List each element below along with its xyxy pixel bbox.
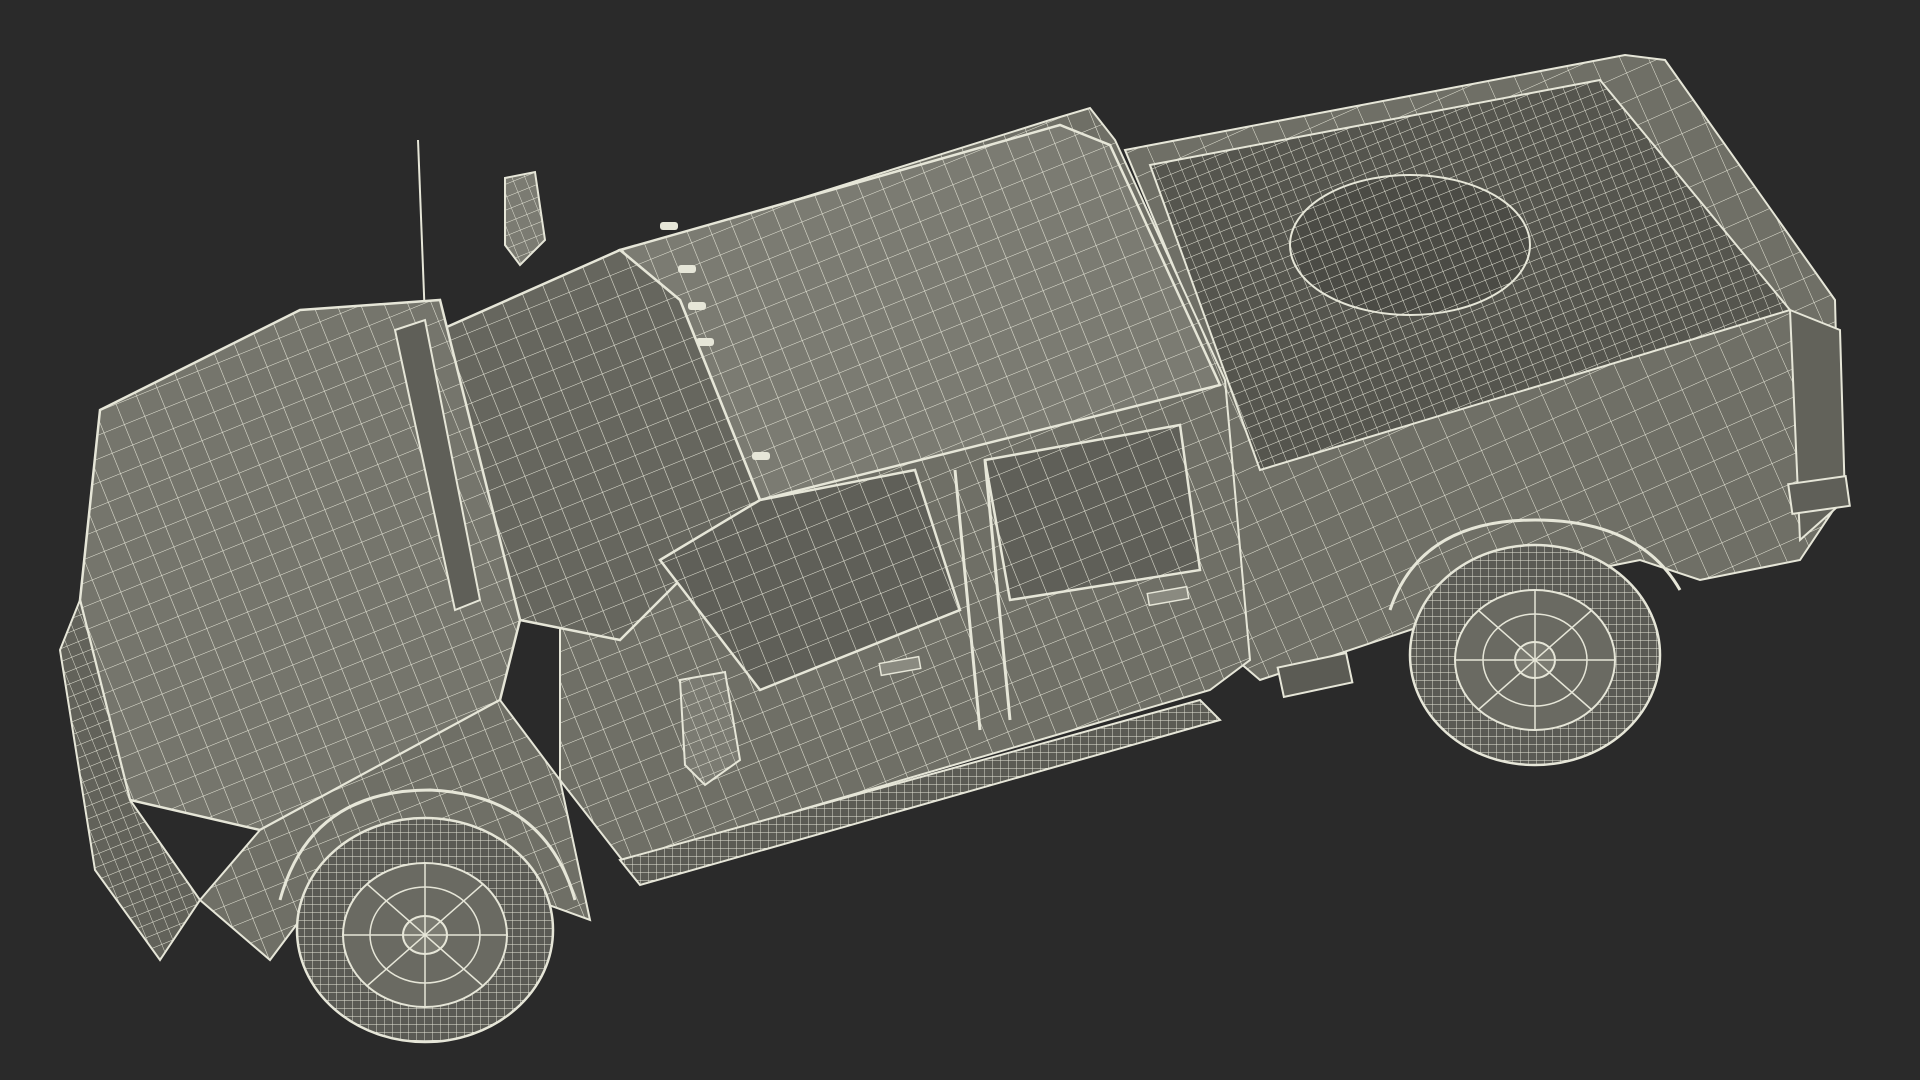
wireframe-truck-render xyxy=(0,0,1920,1080)
front-wheel xyxy=(295,816,555,1044)
rear-wheel xyxy=(1408,543,1662,767)
